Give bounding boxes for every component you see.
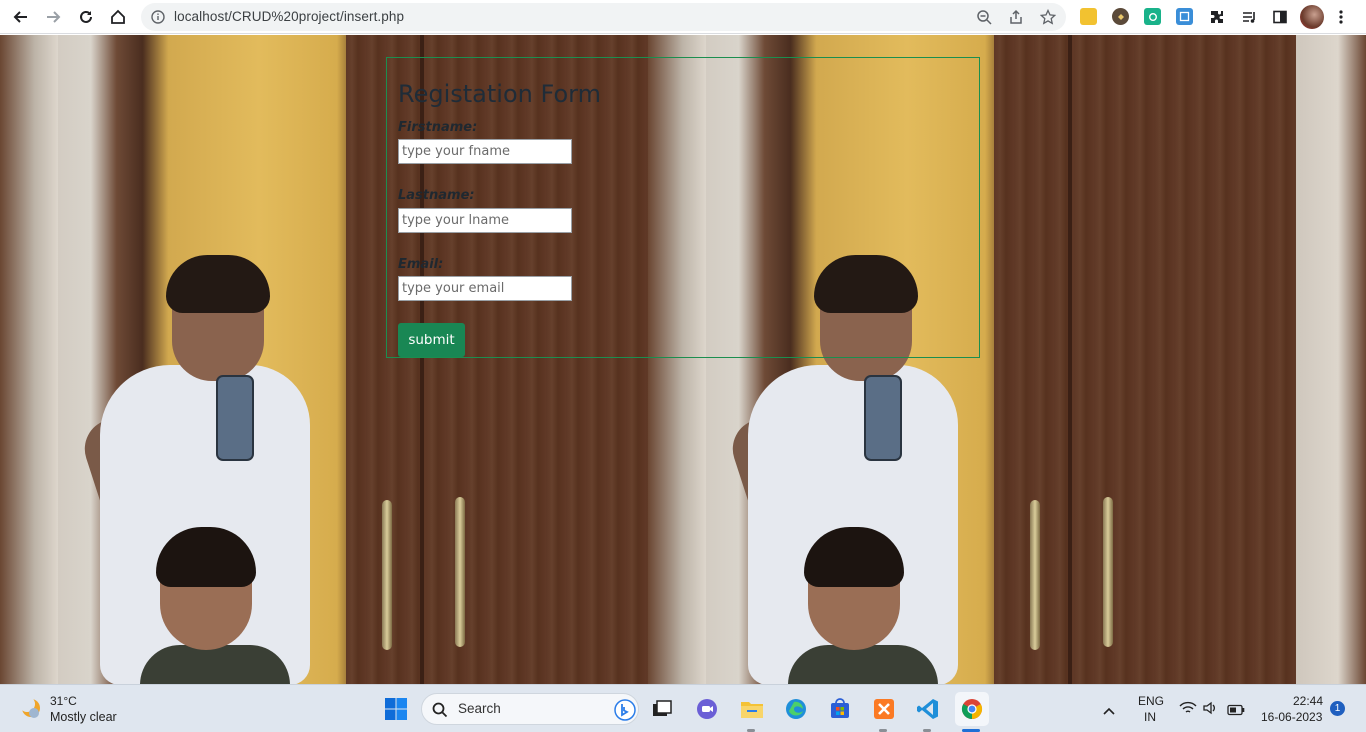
firstname-input[interactable] xyxy=(398,139,572,164)
address-bar[interactable]: localhost/CRUD%20project/insert.php xyxy=(141,3,1066,31)
language-bottom[interactable]: IN xyxy=(1144,710,1156,724)
share-icon[interactable] xyxy=(1006,7,1026,27)
info-icon[interactable] xyxy=(148,7,168,27)
taskbar: 31°C Mostly clear Search ENG IN 22:44 16… xyxy=(0,684,1366,732)
browser-toolbar: localhost/CRUD%20project/insert.php xyxy=(0,0,1366,34)
language-top[interactable]: ENG xyxy=(1138,694,1164,708)
wifi-icon[interactable] xyxy=(1179,700,1197,719)
url-text[interactable]: localhost/CRUD%20project/insert.php xyxy=(174,9,404,24)
clock-time[interactable]: 22:44 xyxy=(1293,694,1323,708)
extension-grammar-icon[interactable] xyxy=(1144,8,1161,25)
menu-icon[interactable] xyxy=(1332,8,1349,25)
zoom-icon[interactable] xyxy=(974,7,994,27)
forward-icon[interactable] xyxy=(41,5,65,29)
background-photo-edge xyxy=(1296,35,1366,684)
bing-icon xyxy=(614,699,636,721)
sidepanel-icon[interactable] xyxy=(1271,8,1288,25)
search-label: Search xyxy=(458,701,501,716)
lastname-label: Lastname: xyxy=(398,188,475,203)
battery-icon[interactable] xyxy=(1227,701,1245,720)
weather-desc[interactable]: Mostly clear xyxy=(50,710,117,724)
lastname-input[interactable] xyxy=(398,208,572,233)
email-label: Email: xyxy=(398,257,444,272)
clock-date[interactable]: 16-06-2023 xyxy=(1261,710,1322,724)
file-explorer-icon[interactable] xyxy=(738,695,766,723)
extension-screenshot-icon[interactable] xyxy=(1176,8,1193,25)
search-icon xyxy=(432,702,448,718)
xampp-icon[interactable] xyxy=(870,695,898,723)
profile-avatar[interactable] xyxy=(1300,5,1324,29)
chrome-icon[interactable] xyxy=(955,692,989,726)
chevron-up-icon[interactable] xyxy=(1102,701,1116,720)
submit-button[interactable]: submit xyxy=(398,323,465,357)
edge-icon[interactable] xyxy=(782,695,810,723)
taskbar-search[interactable]: Search xyxy=(421,693,639,725)
extension-profile-icon[interactable] xyxy=(1112,8,1129,25)
email-input[interactable] xyxy=(398,276,572,301)
weather-moon-icon[interactable] xyxy=(18,695,44,721)
firstname-label: Firstname: xyxy=(398,120,478,135)
extensions-icon[interactable] xyxy=(1208,8,1225,25)
windows-start-icon[interactable] xyxy=(382,695,410,723)
home-icon[interactable] xyxy=(106,5,130,29)
vscode-icon[interactable] xyxy=(914,695,942,723)
store-icon[interactable] xyxy=(826,695,854,723)
chat-icon[interactable] xyxy=(693,695,721,723)
form-title: Registation Form xyxy=(398,80,601,108)
extension-notes-icon[interactable] xyxy=(1080,8,1097,25)
weather-temp[interactable]: 31°C xyxy=(50,694,77,708)
media-icon[interactable] xyxy=(1240,8,1257,25)
volume-icon[interactable] xyxy=(1202,700,1218,719)
back-icon[interactable] xyxy=(9,5,33,29)
reload-icon[interactable] xyxy=(74,5,98,29)
task-view-icon[interactable] xyxy=(648,695,676,723)
notification-badge[interactable]: 1 xyxy=(1330,701,1345,716)
star-icon[interactable] xyxy=(1038,7,1058,27)
